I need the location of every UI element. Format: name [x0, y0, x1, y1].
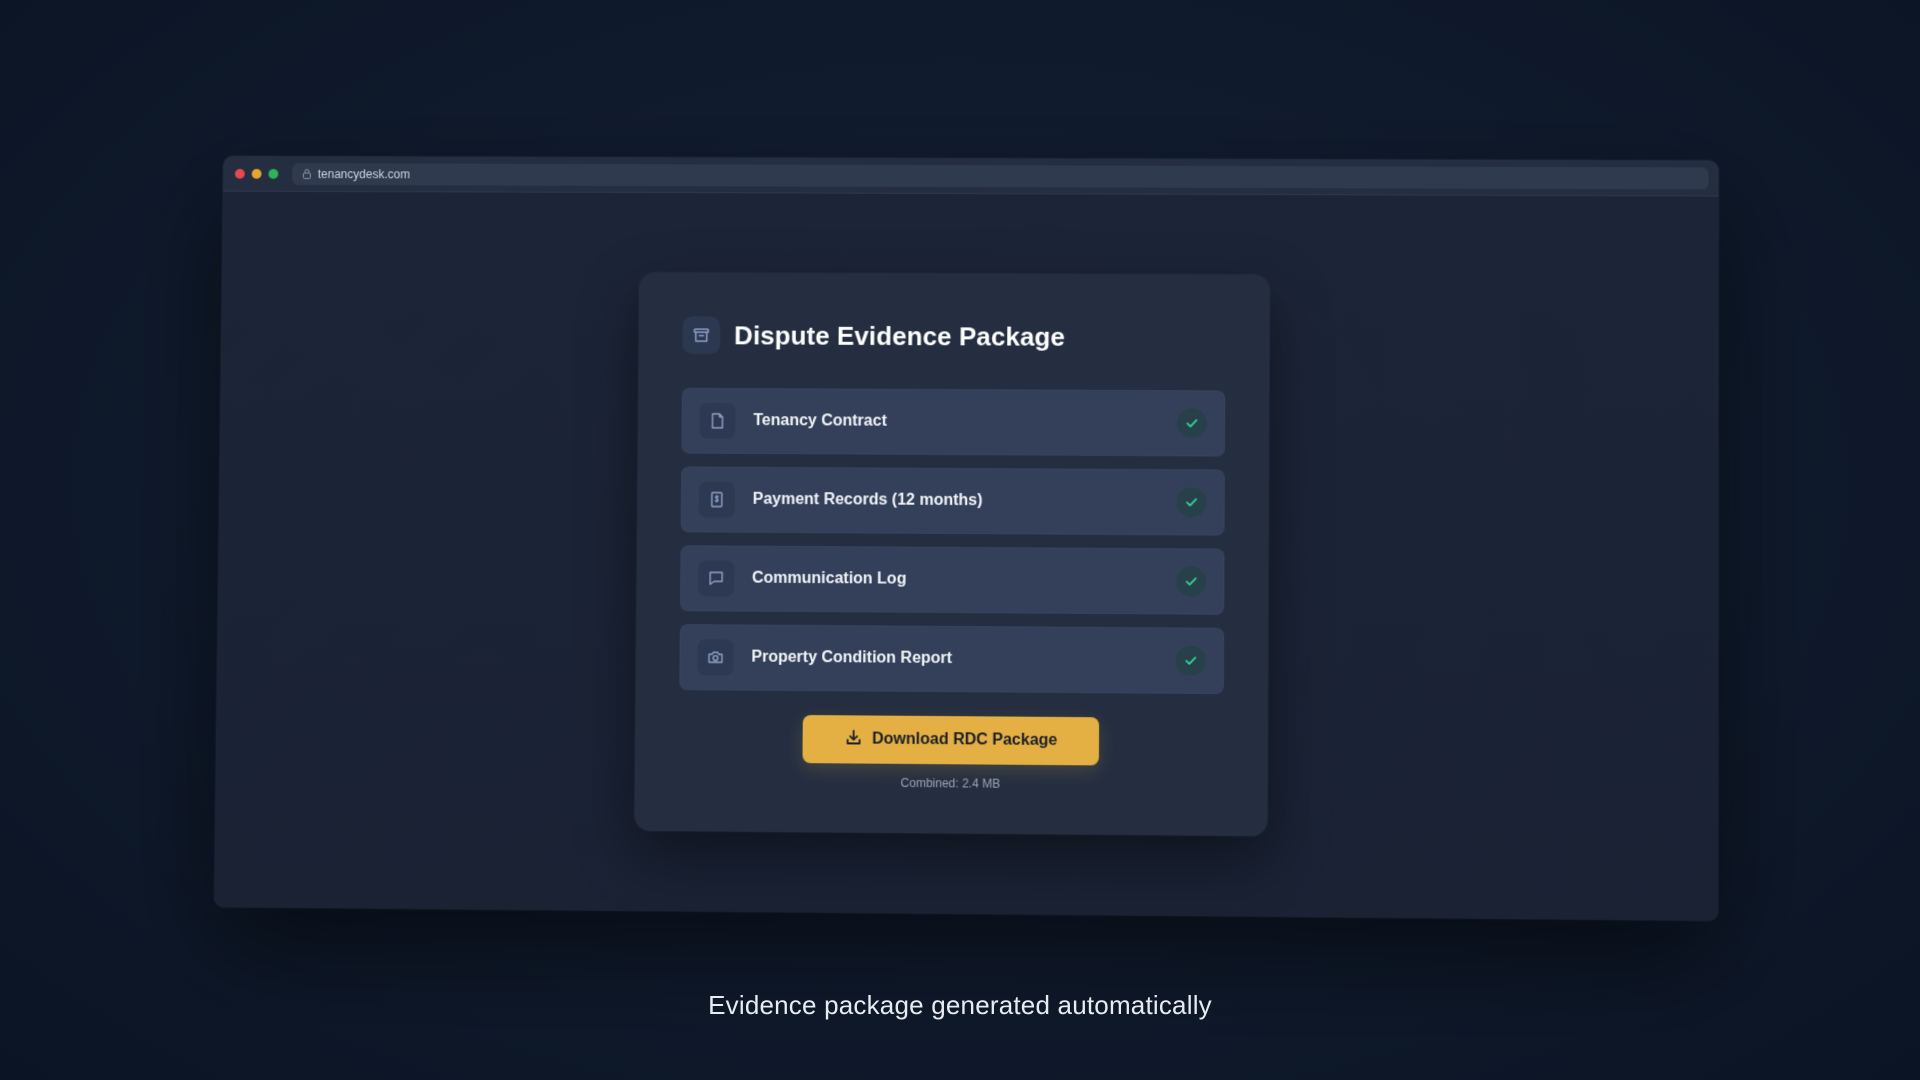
minimize-window-button[interactable]	[252, 168, 262, 178]
browser-window: tenancydesk.com Dispute Evidence Package	[214, 156, 1719, 921]
download-section: Download RDC Package Combined: 2.4 MB	[678, 714, 1223, 793]
chat-bubble-icon	[698, 560, 734, 596]
close-window-button[interactable]	[235, 168, 245, 178]
document-icon	[699, 403, 735, 439]
card-header: Dispute Evidence Package	[682, 316, 1225, 356]
evidence-item-label: Communication Log	[752, 570, 1176, 591]
evidence-items-list: Tenancy Contract Payment Records (12 mon…	[679, 388, 1225, 694]
download-package-button[interactable]: Download RDC Package	[802, 715, 1099, 765]
evidence-item-property-condition-report[interactable]: Property Condition Report	[679, 624, 1224, 694]
evidence-item-communication-log[interactable]: Communication Log	[680, 545, 1224, 615]
check-icon	[1176, 646, 1206, 676]
card-title: Dispute Evidence Package	[734, 320, 1065, 352]
check-icon	[1176, 487, 1206, 517]
receipt-icon	[699, 482, 735, 518]
stage: tenancydesk.com Dispute Evidence Package	[0, 0, 1920, 1080]
evidence-item-label: Tenancy Contract	[753, 412, 1177, 432]
url-text: tenancydesk.com	[318, 167, 410, 181]
package-icon	[682, 316, 720, 354]
page-viewport: Dispute Evidence Package Tenancy Contrac…	[214, 192, 1719, 921]
lock-icon	[302, 168, 312, 179]
evidence-package-card: Dispute Evidence Package Tenancy Contrac…	[634, 272, 1270, 836]
download-button-label: Download RDC Package	[872, 731, 1057, 750]
address-bar[interactable]: tenancydesk.com	[292, 163, 1709, 189]
evidence-item-label: Property Condition Report	[751, 649, 1175, 670]
browser-toolbar: tenancydesk.com	[223, 156, 1719, 197]
evidence-item-label: Payment Records (12 months)	[753, 491, 1177, 511]
check-icon	[1176, 566, 1206, 596]
maximize-window-button[interactable]	[268, 168, 278, 178]
caption: Evidence package generated automatically	[0, 990, 1920, 1021]
check-icon	[1177, 408, 1207, 438]
download-icon	[844, 728, 862, 751]
camera-icon	[697, 639, 733, 675]
combined-file-size: Combined: 2.4 MB	[901, 776, 1001, 791]
window-controls	[235, 168, 278, 178]
evidence-item-tenancy-contract[interactable]: Tenancy Contract	[681, 388, 1225, 457]
evidence-item-payment-records[interactable]: Payment Records (12 months)	[681, 466, 1225, 535]
